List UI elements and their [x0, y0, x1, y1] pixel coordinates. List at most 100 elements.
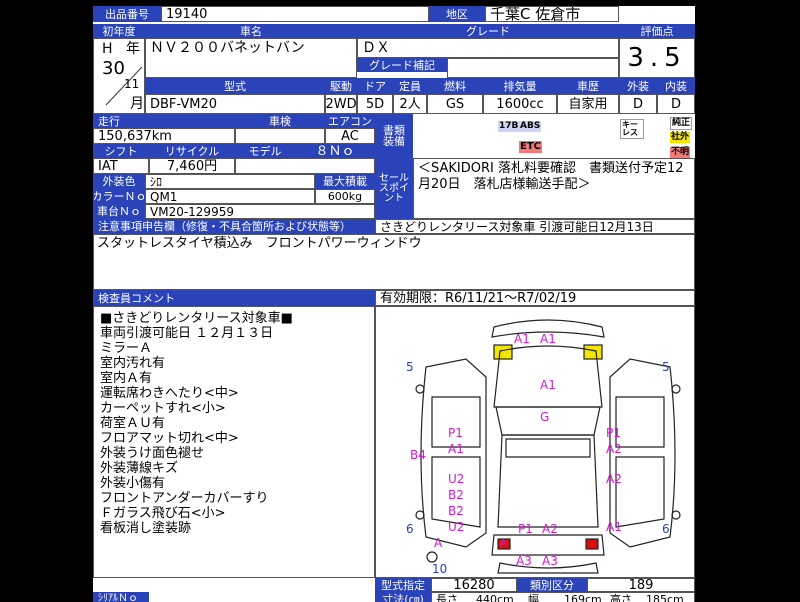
damage-mark: A3 [542, 554, 558, 568]
color-value: ｼﾛ [145, 174, 315, 189]
damage-mark: 10 [432, 562, 448, 576]
fuel-label: 燃料 [427, 78, 483, 94]
van-outline [415, 319, 681, 574]
comment-line: ミラーＡ [100, 341, 153, 356]
year-label: 初年度 [93, 24, 145, 38]
damage-mark: A1 [606, 520, 622, 534]
mileage-value: 150,637km [93, 128, 235, 144]
lot-value: 19140 [161, 6, 429, 22]
model-no-label: モデル [235, 144, 295, 158]
damage-mark: 6 [662, 522, 670, 536]
comment-line: Ｆガラス飛び石<小> [100, 506, 226, 521]
grade-value: ＤＸ [357, 38, 619, 58]
exterior-label: 外装 [619, 78, 657, 94]
color-no-value: QM1 [145, 189, 315, 204]
model-value: DBF-VM20 [145, 94, 325, 114]
length-value: 440cm [476, 593, 514, 602]
serial-label: ｼﾘｱﾙＮｏ [93, 592, 149, 602]
inspector-label: 検査員コメント [93, 290, 375, 306]
caution-label: 注意事項申告欄（修復・不具合箇所および状態等） [93, 219, 375, 234]
damage-mark: 5 [406, 360, 414, 374]
docs-label: 書類装備 [375, 114, 413, 158]
ac-label: エアコン [325, 114, 375, 128]
inspection-label: 車検 [235, 114, 325, 128]
equipment-badge: キーレス [620, 119, 644, 139]
damage-mark: B2 [448, 504, 464, 518]
exterior-value: D [619, 94, 657, 114]
comment-line: 外装薄線キズ [100, 461, 179, 476]
damage-mark: P1 [448, 426, 463, 440]
dims-values: 長さ 440cm 幅 169cm 高さ 185cm [431, 592, 695, 602]
comment-line: 看板消し塗装跡 [100, 521, 192, 536]
class-label: 類別区分 [517, 578, 587, 592]
damage-mark: A2 [542, 522, 558, 536]
inspection-value [235, 128, 325, 144]
equipment-badge: 17B [498, 121, 520, 132]
region-value: 千葉C 佐倉市 [485, 6, 619, 22]
max-load-value: 600kg [315, 189, 375, 204]
month-value: 11 [124, 77, 140, 91]
damage-mark: B4 [410, 448, 426, 462]
width-value: 169cm [564, 593, 602, 602]
damage-mark: A3 [516, 554, 532, 568]
interior-label: 内装 [657, 78, 695, 94]
history-label: 車歴 [557, 78, 619, 94]
damage-mark: P1 [518, 522, 533, 536]
dims-label: 寸法(㎝) [375, 592, 431, 602]
seats-value: 2人 [393, 94, 427, 114]
ac-value: AC [325, 128, 375, 144]
doc-badge: 純正 [670, 117, 693, 130]
shift-label: シフト [93, 144, 149, 158]
color-no-label: カラーＮｏ [93, 189, 145, 204]
sales-point-label: セールスポイント [375, 158, 413, 219]
interior-value: D [657, 94, 695, 114]
grade-note-label: グレード補記 [357, 58, 447, 72]
damage-mark: A [434, 536, 443, 550]
displacement-value: 1600cc [483, 94, 557, 114]
model-no-cell [235, 158, 375, 174]
year-value: 30 [102, 58, 125, 79]
drive-label: 駆動 [325, 78, 357, 94]
month-unit: 月 [130, 96, 144, 112]
width-label: 幅 [528, 593, 539, 602]
damage-mark: A1 [540, 332, 556, 346]
damage-mark: 5 [662, 360, 670, 374]
type-label: 型式指定 [375, 578, 431, 592]
comment-line: 室内汚れ有 [100, 356, 166, 371]
recycle-value: 7,460円 [149, 158, 235, 174]
history-value: 自家用 [557, 94, 619, 114]
equipment-area: 17B ABS ETC キーレス 純正 社外 不明 [413, 114, 695, 160]
comment-line: フロントアンダーカバーすり [100, 491, 269, 506]
class-value: 189 [587, 578, 695, 592]
year-unit: 年 [126, 41, 140, 57]
comment-line: 車両引渡可能日 １２月１３日 [100, 326, 274, 341]
grade-note-value [447, 58, 619, 78]
damage-mark: B2 [448, 488, 464, 502]
fuel-value: GS [427, 94, 483, 114]
damage-mark: U2 [448, 472, 465, 486]
type-value: 16280 [431, 578, 517, 592]
damage-mark: A1 [514, 332, 530, 346]
lot-label: 出品番号 [93, 6, 161, 22]
caution-right: さきどりレンタリース対象車 引渡可能日12月13日 [375, 219, 695, 234]
height-value: 185cm [646, 593, 684, 602]
sales-point-text: ＜SAKIDORI 落札料要確認 書類送付予定12月20日 落札店様輸送手配＞ [413, 158, 695, 219]
chassis-label: 車台Ｎｏ [93, 204, 145, 219]
displacement-label: 排気量 [483, 78, 557, 94]
damage-mark: A2 [606, 442, 622, 456]
comment-line: カーペットすれ<小> [100, 401, 226, 416]
caution-text: スタットレスタイヤ積込み フロントパワーウィンドウ [93, 234, 695, 290]
damage-diagram: A1 A1 5 5 A1 G P1 P1 A1 A2 B4 U2 A2 B2 B… [375, 306, 695, 578]
auction-sheet: 出品番号 19140 地区 千葉C 佐倉市 評価点 3.5 初年度 車名 グレー… [93, 6, 695, 602]
comment-line: ■さきどりレンタリース対象車■ [100, 311, 293, 326]
model-no-value: ８Ｎｏ [295, 144, 375, 158]
doors-label: ドア [357, 78, 393, 94]
damage-mark: 6 [406, 522, 414, 536]
seats-label: 定員 [393, 78, 427, 94]
mileage-label: 走行 [93, 114, 235, 128]
validity: 有効期限：R6/11/21～R7/02/19 [375, 290, 695, 306]
comment-line: 外装うけ面色褪せ [100, 446, 205, 461]
damage-mark: A1 [540, 378, 556, 392]
chassis-value: VM20-129959 [145, 204, 375, 219]
equipment-badge: ETC [519, 141, 542, 153]
